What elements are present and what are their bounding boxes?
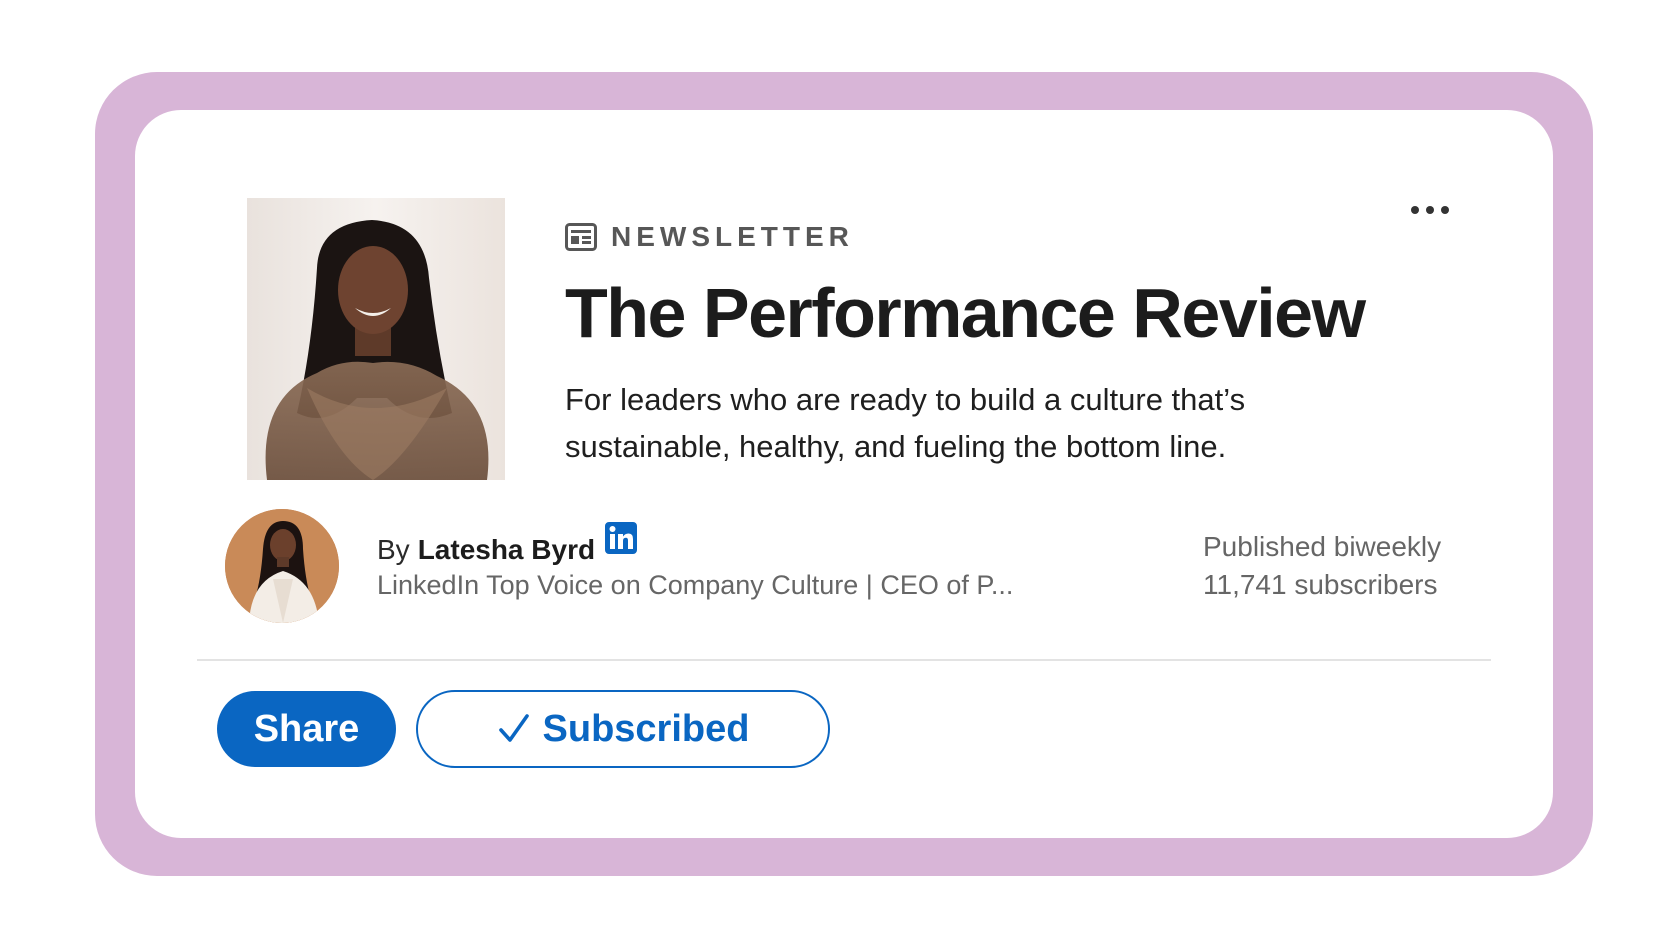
newsletter-cover-image xyxy=(247,198,505,480)
newspaper-icon xyxy=(565,223,597,251)
subscribed-button[interactable]: Subscribed xyxy=(416,690,830,768)
share-button[interactable]: Share xyxy=(217,691,396,767)
newsletter-kicker-label: NEWSLETTER xyxy=(611,221,854,252)
more-options-icon xyxy=(1411,206,1419,214)
byline-prefix: By xyxy=(377,534,410,565)
divider xyxy=(197,659,1491,661)
author-name-link[interactable]: Latesha Byrd xyxy=(418,534,595,566)
newsletter-description: For leaders who are ready to build a cul… xyxy=(565,382,1246,464)
author-info: By Latesha Byrd LinkedIn Top Voice on Co… xyxy=(377,522,1117,601)
author-avatar[interactable] xyxy=(225,509,339,623)
author-byline: By Latesha Byrd xyxy=(377,522,1117,568)
more-options-button[interactable] xyxy=(1400,190,1460,230)
more-options-dot xyxy=(1441,206,1449,214)
checkmark-icon xyxy=(498,714,529,742)
author-headline: LinkedIn Top Voice on Company Culture | … xyxy=(377,570,1014,600)
newsletter-meta: Published biweekly 11,741 subscribers xyxy=(1203,528,1441,604)
newsletter-title[interactable]: The Performance Review xyxy=(565,278,1366,348)
subscribed-button-label: Subscribed xyxy=(542,707,750,750)
linkedin-icon xyxy=(605,522,638,554)
publish-frequency: Published biweekly xyxy=(1203,531,1442,562)
subscriber-count: 11,741 subscribers xyxy=(1203,569,1438,600)
share-button-label: Share xyxy=(253,707,360,750)
more-options-dot xyxy=(1426,206,1434,214)
newsletter-kicker: NEWSLETTER xyxy=(565,221,854,252)
newsletter-card: NEWSLETTER The Performance Review For le… xyxy=(135,110,1553,838)
